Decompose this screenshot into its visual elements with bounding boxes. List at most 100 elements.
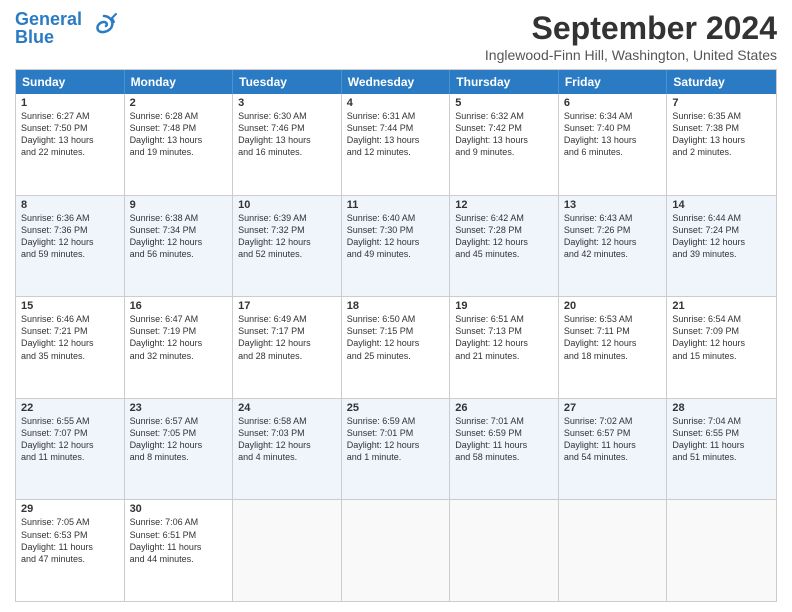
day-number: 15 [21, 300, 119, 312]
day-number: 14 [672, 199, 771, 211]
cell-text: Sunrise: 6:36 AM Sunset: 7:36 PM Dayligh… [21, 212, 119, 261]
day-number: 17 [238, 300, 336, 312]
cell-text: Sunrise: 7:01 AM Sunset: 6:59 PM Dayligh… [455, 415, 553, 464]
day-number: 19 [455, 300, 553, 312]
calendar-row-1: 8Sunrise: 6:36 AM Sunset: 7:36 PM Daylig… [16, 195, 776, 297]
calendar: Sunday Monday Tuesday Wednesday Thursday… [15, 69, 777, 602]
cal-cell-3-5: 27Sunrise: 7:02 AM Sunset: 6:57 PM Dayli… [559, 399, 668, 500]
cal-cell-2-4: 19Sunrise: 6:51 AM Sunset: 7:13 PM Dayli… [450, 297, 559, 398]
header: General Blue September 2024 Inglewood-Fi… [15, 10, 777, 63]
cell-text: Sunrise: 6:44 AM Sunset: 7:24 PM Dayligh… [672, 212, 771, 261]
cell-text: Sunrise: 6:47 AM Sunset: 7:19 PM Dayligh… [130, 313, 228, 362]
cell-text: Sunrise: 6:43 AM Sunset: 7:26 PM Dayligh… [564, 212, 662, 261]
cal-cell-0-0: 1Sunrise: 6:27 AM Sunset: 7:50 PM Daylig… [16, 94, 125, 195]
cal-cell-4-0: 29Sunrise: 7:05 AM Sunset: 6:53 PM Dayli… [16, 500, 125, 601]
cal-cell-2-5: 20Sunrise: 6:53 AM Sunset: 7:11 PM Dayli… [559, 297, 668, 398]
cell-text: Sunrise: 6:28 AM Sunset: 7:48 PM Dayligh… [130, 110, 228, 159]
day-number: 12 [455, 199, 553, 211]
cell-text: Sunrise: 6:39 AM Sunset: 7:32 PM Dayligh… [238, 212, 336, 261]
cal-cell-4-1: 30Sunrise: 7:06 AM Sunset: 6:51 PM Dayli… [125, 500, 234, 601]
day-number: 22 [21, 402, 119, 414]
day-number: 30 [130, 503, 228, 515]
logo-line1: General [15, 10, 82, 28]
cal-cell-3-3: 25Sunrise: 6:59 AM Sunset: 7:01 PM Dayli… [342, 399, 451, 500]
logo-bird-icon [90, 12, 118, 45]
day-number: 4 [347, 97, 445, 109]
day-number: 16 [130, 300, 228, 312]
cell-text: Sunrise: 6:34 AM Sunset: 7:40 PM Dayligh… [564, 110, 662, 159]
cal-cell-1-6: 14Sunrise: 6:44 AM Sunset: 7:24 PM Dayli… [667, 196, 776, 297]
calendar-header: Sunday Monday Tuesday Wednesday Thursday… [16, 70, 776, 94]
cell-text: Sunrise: 6:55 AM Sunset: 7:07 PM Dayligh… [21, 415, 119, 464]
day-number: 21 [672, 300, 771, 312]
day-number: 10 [238, 199, 336, 211]
cal-cell-0-2: 3Sunrise: 6:30 AM Sunset: 7:46 PM Daylig… [233, 94, 342, 195]
cell-text: Sunrise: 6:42 AM Sunset: 7:28 PM Dayligh… [455, 212, 553, 261]
cal-cell-4-6 [667, 500, 776, 601]
day-number: 9 [130, 199, 228, 211]
cell-text: Sunrise: 6:51 AM Sunset: 7:13 PM Dayligh… [455, 313, 553, 362]
header-monday: Monday [125, 70, 234, 94]
cal-cell-3-6: 28Sunrise: 7:04 AM Sunset: 6:55 PM Dayli… [667, 399, 776, 500]
cell-text: Sunrise: 6:30 AM Sunset: 7:46 PM Dayligh… [238, 110, 336, 159]
cell-text: Sunrise: 6:32 AM Sunset: 7:42 PM Dayligh… [455, 110, 553, 159]
cell-text: Sunrise: 6:35 AM Sunset: 7:38 PM Dayligh… [672, 110, 771, 159]
cal-cell-0-5: 6Sunrise: 6:34 AM Sunset: 7:40 PM Daylig… [559, 94, 668, 195]
header-thursday: Thursday [450, 70, 559, 94]
cal-cell-2-3: 18Sunrise: 6:50 AM Sunset: 7:15 PM Dayli… [342, 297, 451, 398]
cell-text: Sunrise: 7:06 AM Sunset: 6:51 PM Dayligh… [130, 516, 228, 565]
day-number: 24 [238, 402, 336, 414]
day-number: 23 [130, 402, 228, 414]
cell-text: Sunrise: 6:40 AM Sunset: 7:30 PM Dayligh… [347, 212, 445, 261]
cal-cell-1-4: 12Sunrise: 6:42 AM Sunset: 7:28 PM Dayli… [450, 196, 559, 297]
cal-cell-0-4: 5Sunrise: 6:32 AM Sunset: 7:42 PM Daylig… [450, 94, 559, 195]
cell-text: Sunrise: 6:53 AM Sunset: 7:11 PM Dayligh… [564, 313, 662, 362]
cal-cell-2-0: 15Sunrise: 6:46 AM Sunset: 7:21 PM Dayli… [16, 297, 125, 398]
calendar-body: 1Sunrise: 6:27 AM Sunset: 7:50 PM Daylig… [16, 94, 776, 601]
cal-cell-1-5: 13Sunrise: 6:43 AM Sunset: 7:26 PM Dayli… [559, 196, 668, 297]
page: General Blue September 2024 Inglewood-Fi… [0, 0, 792, 612]
cal-cell-2-1: 16Sunrise: 6:47 AM Sunset: 7:19 PM Dayli… [125, 297, 234, 398]
cell-text: Sunrise: 6:57 AM Sunset: 7:05 PM Dayligh… [130, 415, 228, 464]
cal-cell-3-2: 24Sunrise: 6:58 AM Sunset: 7:03 PM Dayli… [233, 399, 342, 500]
cell-text: Sunrise: 6:59 AM Sunset: 7:01 PM Dayligh… [347, 415, 445, 464]
day-number: 2 [130, 97, 228, 109]
header-saturday: Saturday [667, 70, 776, 94]
header-sunday: Sunday [16, 70, 125, 94]
cell-text: Sunrise: 6:38 AM Sunset: 7:34 PM Dayligh… [130, 212, 228, 261]
cal-cell-3-1: 23Sunrise: 6:57 AM Sunset: 7:05 PM Dayli… [125, 399, 234, 500]
cal-cell-1-1: 9Sunrise: 6:38 AM Sunset: 7:34 PM Daylig… [125, 196, 234, 297]
cal-cell-1-3: 11Sunrise: 6:40 AM Sunset: 7:30 PM Dayli… [342, 196, 451, 297]
cal-cell-4-2 [233, 500, 342, 601]
cal-cell-0-1: 2Sunrise: 6:28 AM Sunset: 7:48 PM Daylig… [125, 94, 234, 195]
calendar-row-3: 22Sunrise: 6:55 AM Sunset: 7:07 PM Dayli… [16, 398, 776, 500]
header-friday: Friday [559, 70, 668, 94]
day-number: 1 [21, 97, 119, 109]
day-number: 18 [347, 300, 445, 312]
day-number: 26 [455, 402, 553, 414]
day-number: 25 [347, 402, 445, 414]
header-wednesday: Wednesday [342, 70, 451, 94]
day-number: 27 [564, 402, 662, 414]
cal-cell-1-2: 10Sunrise: 6:39 AM Sunset: 7:32 PM Dayli… [233, 196, 342, 297]
logo-line2: Blue [15, 28, 82, 46]
cell-text: Sunrise: 6:46 AM Sunset: 7:21 PM Dayligh… [21, 313, 119, 362]
cell-text: Sunrise: 6:27 AM Sunset: 7:50 PM Dayligh… [21, 110, 119, 159]
cell-text: Sunrise: 6:50 AM Sunset: 7:15 PM Dayligh… [347, 313, 445, 362]
cal-cell-3-0: 22Sunrise: 6:55 AM Sunset: 7:07 PM Dayli… [16, 399, 125, 500]
day-number: 13 [564, 199, 662, 211]
cell-text: Sunrise: 6:49 AM Sunset: 7:17 PM Dayligh… [238, 313, 336, 362]
subtitle: Inglewood-Finn Hill, Washington, United … [485, 47, 777, 63]
cal-cell-4-4 [450, 500, 559, 601]
calendar-row-4: 29Sunrise: 7:05 AM Sunset: 6:53 PM Dayli… [16, 499, 776, 601]
day-number: 8 [21, 199, 119, 211]
day-number: 29 [21, 503, 119, 515]
cal-cell-1-0: 8Sunrise: 6:36 AM Sunset: 7:36 PM Daylig… [16, 196, 125, 297]
cal-cell-0-3: 4Sunrise: 6:31 AM Sunset: 7:44 PM Daylig… [342, 94, 451, 195]
cell-text: Sunrise: 7:04 AM Sunset: 6:55 PM Dayligh… [672, 415, 771, 464]
cell-text: Sunrise: 7:02 AM Sunset: 6:57 PM Dayligh… [564, 415, 662, 464]
day-number: 7 [672, 97, 771, 109]
day-number: 6 [564, 97, 662, 109]
cal-cell-4-5 [559, 500, 668, 601]
calendar-row-0: 1Sunrise: 6:27 AM Sunset: 7:50 PM Daylig… [16, 94, 776, 195]
